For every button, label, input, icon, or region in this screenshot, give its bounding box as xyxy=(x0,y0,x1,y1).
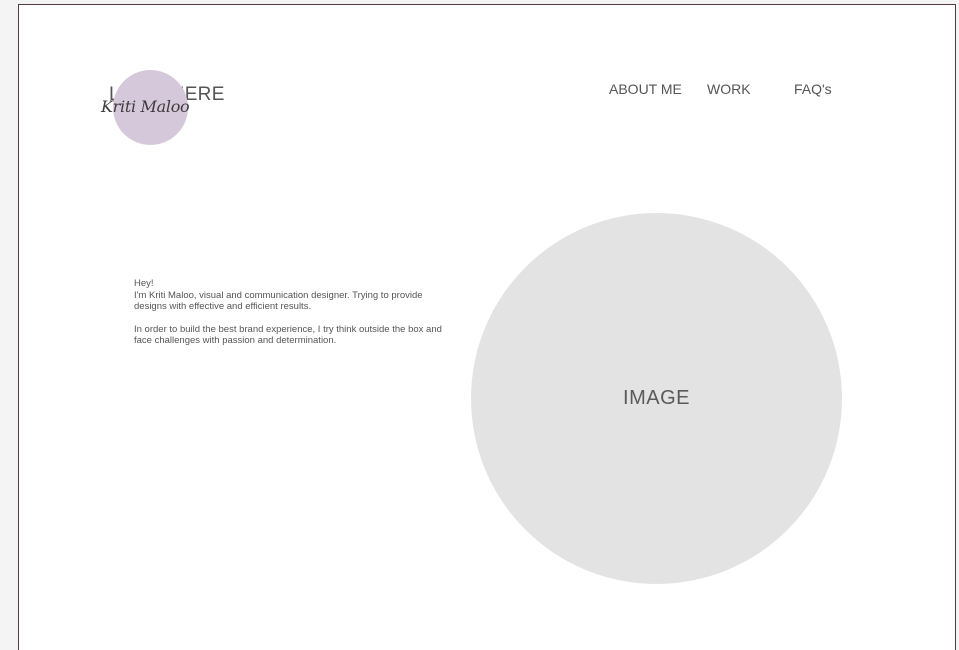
intro-text-block: Hey! I'm Kriti Maloo, visual and communic… xyxy=(134,278,449,358)
intro-paragraph-1: Hey! I'm Kriti Maloo, visual and communic… xyxy=(134,278,449,313)
nav-work[interactable]: WORK xyxy=(707,81,751,97)
nav-faq[interactable]: FAQ's xyxy=(794,81,832,97)
hero-image-placeholder: IMAGE xyxy=(471,213,842,584)
intro-line-1: I'm Kriti Maloo, visual and communicatio… xyxy=(134,289,423,313)
intro-greeting: Hey! xyxy=(134,278,154,289)
logo[interactable]: LOGO HERE Kriti Maloo xyxy=(81,67,224,147)
logo-script-name: Kriti Maloo xyxy=(101,97,190,116)
page-artboard: LOGO HERE Kriti Maloo ABOUT ME WORK FAQ'… xyxy=(18,4,956,650)
hero-image-label: IMAGE xyxy=(623,387,690,409)
intro-paragraph-2: In order to build the best brand experie… xyxy=(134,323,442,347)
nav-about-me[interactable]: ABOUT ME xyxy=(609,81,682,97)
